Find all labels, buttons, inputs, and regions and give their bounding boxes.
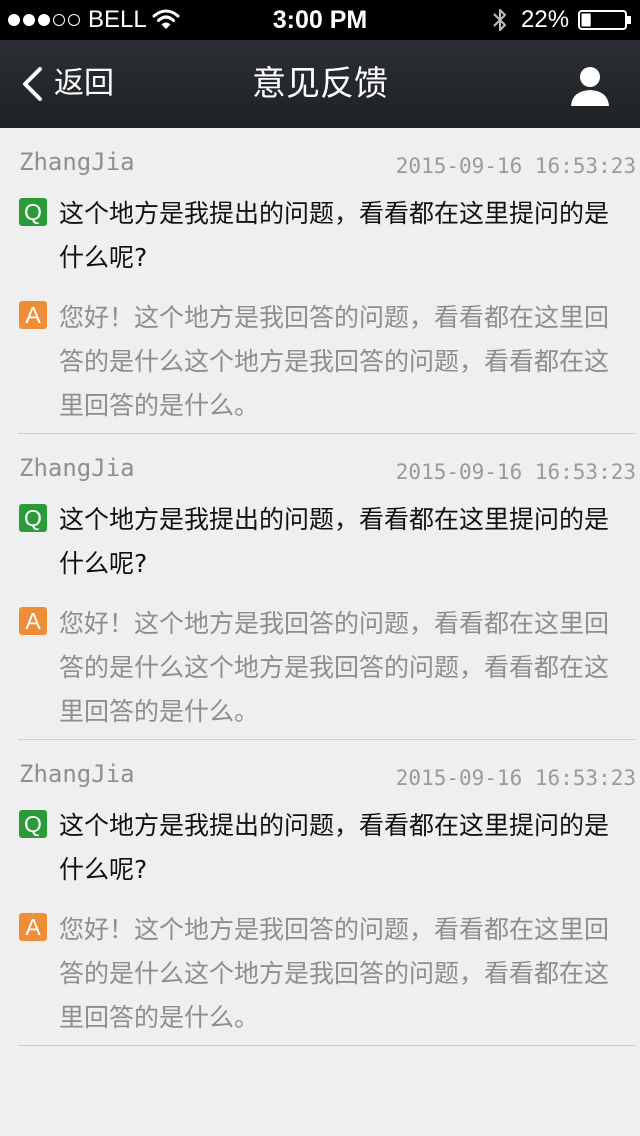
feedback-timestamp: 2015-09-16 16:53:23 — [395, 460, 636, 484]
chevron-left-icon — [23, 67, 42, 101]
question-badge: Q — [19, 198, 47, 226]
question-text: 这个地方是我提出的问题，看看都在这里提问的是什么呢? — [59, 811, 610, 884]
feedback-list: ZhangJia 2015-09-16 16:53:23 Q 这个地方是我提出的… — [0, 128, 640, 1046]
question-text: 这个地方是我提出的问题，看看都在这里提问的是什么呢? — [59, 199, 610, 272]
author-name: ZhangJia — [19, 760, 135, 788]
battery-percentage: 22% — [521, 6, 570, 33]
answer-text: 您好！这个地方是我回答的问题，看看都在这里回答的是什么这个地方是我回答的问题，看… — [59, 915, 610, 1032]
answer-text: 您好！这个地方是我回答的问题，看看都在这里回答的是什么这个地方是我回答的问题，看… — [59, 609, 610, 726]
author-name: ZhangJia — [19, 454, 135, 482]
feedback-item[interactable]: ZhangJia 2015-09-16 16:53:23 Q 这个地方是我提出的… — [18, 434, 636, 740]
feedback-timestamp: 2015-09-16 16:53:23 — [395, 766, 636, 790]
question-text: 这个地方是我提出的问题，看看都在这里提问的是什么呢? — [59, 505, 610, 578]
profile-button[interactable] — [566, 62, 614, 110]
question-badge: Q — [19, 810, 47, 838]
user-icon — [571, 67, 609, 106]
bluetooth-icon — [491, 7, 509, 33]
battery-icon — [578, 10, 632, 30]
back-label: 返回 — [54, 66, 114, 101]
feedback-timestamp: 2015-09-16 16:53:23 — [395, 154, 636, 178]
answer-badge: A — [19, 607, 47, 635]
feedback-item[interactable]: ZhangJia 2015-09-16 16:53:23 Q 这个地方是我提出的… — [18, 128, 636, 434]
answer-badge: A — [19, 913, 47, 941]
status-bar: BELL 3:00 PM 22% — [0, 0, 640, 40]
back-button[interactable]: 返回 — [20, 62, 114, 106]
author-name: ZhangJia — [19, 148, 135, 176]
question-badge: Q — [19, 504, 47, 532]
feedback-item[interactable]: ZhangJia 2015-09-16 16:53:23 Q 这个地方是我提出的… — [18, 740, 636, 1046]
navigation-bar: 返回 意见反馈 — [0, 40, 640, 128]
answer-text: 您好！这个地方是我回答的问题，看看都在这里回答的是什么这个地方是我回答的问题，看… — [59, 303, 610, 420]
answer-badge: A — [19, 301, 47, 329]
